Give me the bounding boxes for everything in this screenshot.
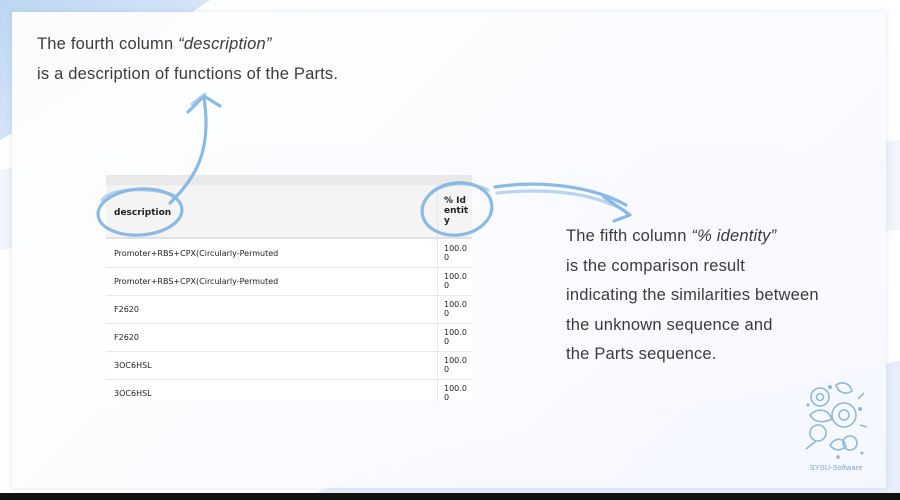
top-caption-line-1: The fourth column “description” [37, 29, 338, 59]
caption-term: “% identity” [691, 227, 777, 245]
cell-identity: 100.00 [444, 384, 467, 401]
top-caption-line-2: is a description of functions of the Par… [37, 65, 339, 83]
cell-identity: 100.00 [444, 272, 467, 290]
table-row[interactable]: Promoter+RBS+CPX(Circularly-Permuted 100… [106, 267, 472, 296]
cell-description: F2620 [114, 333, 139, 342]
right-caption-line-5: the Parts sequence. [566, 345, 717, 363]
caption-text: The fifth column [566, 227, 692, 245]
table-row[interactable]: F2620 100.00 [106, 295, 472, 324]
cell-description: Promoter+RBS+CPX(Circularly-Permuted [114, 277, 279, 286]
right-caption-line-1: The fifth column “% identity” [566, 222, 819, 252]
cell-identity: 100.00 [444, 244, 467, 262]
right-caption: The fifth column “% identity” is the com… [566, 222, 819, 370]
cell-description: F2620 [114, 305, 139, 314]
top-caption: The fourth column “description” is a des… [37, 29, 338, 89]
logo-text: SYSU-Software [809, 463, 863, 472]
cell-identity: 100.00 [444, 328, 467, 346]
table-row[interactable]: 3OC6HSL 100.00 [106, 351, 472, 380]
bottom-bar [0, 493, 900, 500]
results-table: description % Identity Promoter+RBS+CPX(… [106, 175, 472, 401]
right-caption-line-3: indicating the similarities between [566, 286, 819, 304]
cell-description: 3OC6HSL [114, 361, 152, 370]
right-caption-line-2: is the comparison result [566, 256, 746, 275]
column-header-identity[interactable]: % Identity [444, 196, 470, 226]
cell-identity: 100.00 [444, 300, 467, 318]
table-row[interactable]: F2620 100.00 [106, 323, 472, 352]
cell-description: Promoter+RBS+CPX(Circularly-Permuted [114, 249, 279, 258]
table-header: description % Identity [106, 175, 472, 239]
cell-identity: 100.00 [444, 356, 467, 374]
table-row[interactable]: 3OC6HSL 100.00 [106, 379, 472, 401]
gear-leaf-logo-icon [805, 382, 868, 459]
caption-term: “description” [178, 35, 272, 53]
caption-text: The fourth column [37, 35, 179, 53]
right-caption-line-4: the unknown sequence and [566, 315, 773, 334]
table-row[interactable]: Promoter+RBS+CPX(Circularly-Permuted 100… [106, 239, 472, 268]
table-header-strip [106, 175, 472, 185]
cell-description: 3OC6HSL [114, 389, 152, 398]
column-header-description[interactable]: description [114, 208, 171, 218]
